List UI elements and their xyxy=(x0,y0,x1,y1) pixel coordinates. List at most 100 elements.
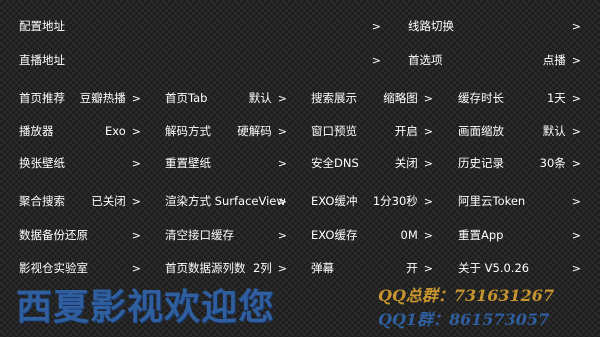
setting-config-address[interactable]: 配置地址 > xyxy=(0,9,400,43)
chevron-right-icon: > xyxy=(371,19,381,33)
chevron-right-icon: > xyxy=(277,194,287,208)
setting-value: 已关闭 xyxy=(91,194,126,208)
setting-label: 历史记录 xyxy=(458,156,504,170)
chevron-right-icon: > xyxy=(277,261,287,275)
setting-reset-wallpaper[interactable]: 重置壁纸 > xyxy=(146,146,306,180)
setting-label: 搜索展示 xyxy=(311,91,357,105)
chevron-right-icon: > xyxy=(571,228,581,242)
setting-value: 缩略图 xyxy=(383,91,418,105)
setting-player[interactable]: 播放器 Exo > xyxy=(0,114,160,148)
setting-search-display[interactable]: 搜索展示 缩略图 > xyxy=(292,81,452,115)
setting-value: 2列 xyxy=(252,261,272,275)
chevron-right-icon: > xyxy=(423,91,433,105)
chevron-right-icon: > xyxy=(131,91,141,105)
setting-danmaku[interactable]: 弹幕 开 > xyxy=(292,251,452,285)
setting-label: 弹幕 xyxy=(311,261,334,275)
chevron-right-icon: > xyxy=(131,124,141,138)
welcome-watermark: 西夏影视欢迎您 xyxy=(16,286,276,328)
setting-label: 重置壁纸 xyxy=(165,156,211,170)
settings-row-6: 聚合搜索 已关闭 > 渲染方式 SurfaceView > EXO缓冲 1分30秒… xyxy=(0,184,600,218)
chevron-right-icon: > xyxy=(571,19,581,33)
setting-secure-dns[interactable]: 安全DNS 关闭 > xyxy=(292,146,452,180)
setting-home-tab[interactable]: 首页Tab 默认 > xyxy=(146,81,306,115)
setting-label: 首页推荐 xyxy=(19,91,65,105)
setting-value: 点播 xyxy=(542,53,566,67)
setting-label: 首页数据源列数 xyxy=(165,261,246,275)
setting-label: 首选项 xyxy=(408,53,443,67)
settings-row-4: 播放器 Exo > 解码方式 硬解码 > 窗口预览 开启 > 画面缩放 默认 > xyxy=(0,114,600,148)
setting-label: 重置App xyxy=(458,228,504,242)
setting-about[interactable]: 关于 V5.0.26 > xyxy=(439,251,600,285)
setting-label: 数据备份还原 xyxy=(19,228,88,242)
setting-clear-api-cache[interactable]: 清空接口缓存 > xyxy=(146,218,306,252)
qq-group-watermark: QQ总群：731631267 xyxy=(378,286,555,305)
setting-label: 配置地址 xyxy=(19,19,65,33)
setting-exo-buffer[interactable]: EXO缓冲 1分30秒 > xyxy=(292,184,452,218)
setting-label: 播放器 xyxy=(19,124,54,138)
setting-aliyun-token[interactable]: 阿里云Token > xyxy=(439,184,600,218)
setting-value: 开启 xyxy=(394,124,418,138)
settings-row-3: 首页推荐 豆瓣热播 > 首页Tab 默认 > 搜索展示 缩略图 > 缓存时长 1天 > xyxy=(0,81,600,115)
setting-label: 画面缩放 xyxy=(458,124,504,138)
setting-label: 窗口预览 xyxy=(311,124,357,138)
chevron-right-icon: > xyxy=(277,91,287,105)
setting-label: 首页Tab xyxy=(165,91,208,105)
chevron-right-icon: > xyxy=(571,156,581,170)
chevron-right-icon: > xyxy=(131,156,141,170)
settings-row-7: 数据备份还原 > 清空接口缓存 > EXO缓存 0M > 重置App > xyxy=(0,218,600,252)
setting-change-wallpaper[interactable]: 换张壁纸 > xyxy=(0,146,160,180)
setting-decode-mode[interactable]: 解码方式 硬解码 > xyxy=(146,114,306,148)
setting-label: 安全DNS xyxy=(311,156,359,170)
chevron-right-icon: > xyxy=(571,261,581,275)
setting-cache-duration[interactable]: 缓存时长 1天 > xyxy=(439,81,600,115)
chevron-right-icon: > xyxy=(571,194,581,208)
setting-label: 影视仓实验室 xyxy=(19,261,88,275)
setting-exo-cache[interactable]: EXO缓存 0M > xyxy=(292,218,452,252)
setting-label: 线路切换 xyxy=(408,19,454,33)
setting-line-switch[interactable]: 线路切换 > xyxy=(389,9,600,43)
chevron-right-icon: > xyxy=(371,53,381,67)
setting-history[interactable]: 历史记录 30条 > xyxy=(439,146,600,180)
setting-value: 硬解码 xyxy=(237,124,272,138)
chevron-right-icon: > xyxy=(571,53,581,67)
settings-row-1: 配置地址 > 线路切换 > xyxy=(0,9,600,43)
chevron-right-icon: > xyxy=(277,156,287,170)
chevron-right-icon: > xyxy=(277,124,287,138)
chevron-right-icon: > xyxy=(423,261,433,275)
setting-reset-app[interactable]: 重置App > xyxy=(439,218,600,252)
setting-value: 1天 xyxy=(546,91,566,105)
setting-window-preview[interactable]: 窗口预览 开启 > xyxy=(292,114,452,148)
setting-label: 直播地址 xyxy=(19,53,65,67)
setting-value: 1分30秒 xyxy=(372,194,418,208)
setting-preference[interactable]: 首选项 点播 > xyxy=(389,43,600,77)
setting-picture-scale[interactable]: 画面缩放 默认 > xyxy=(439,114,600,148)
setting-data-backup[interactable]: 数据备份还原 > xyxy=(0,218,160,252)
setting-value: Exo xyxy=(105,124,126,138)
chevron-right-icon: > xyxy=(131,261,141,275)
setting-live-address[interactable]: 直播地址 > xyxy=(0,43,400,77)
chevron-right-icon: > xyxy=(423,228,433,242)
chevron-right-icon: > xyxy=(423,194,433,208)
setting-label: 渲染方式 SurfaceView xyxy=(165,194,286,208)
setting-label: EXO缓存 xyxy=(311,228,358,242)
setting-label: 阿里云Token xyxy=(458,194,526,208)
setting-value: 30条 xyxy=(539,156,566,170)
chevron-right-icon: > xyxy=(277,228,287,242)
setting-aggregate-search[interactable]: 聚合搜索 已关闭 > xyxy=(0,184,160,218)
chevron-right-icon: > xyxy=(131,194,141,208)
setting-label: 解码方式 xyxy=(165,124,211,138)
setting-label: 关于 V5.0.26 xyxy=(458,261,530,275)
setting-value: 开 xyxy=(406,261,418,275)
setting-value: 默认 xyxy=(248,91,272,105)
setting-render-mode[interactable]: 渲染方式 SurfaceView > xyxy=(146,184,306,218)
chevron-right-icon: > xyxy=(571,91,581,105)
qq-group1-watermark: QQ1群：861573057 xyxy=(378,310,550,329)
setting-home-recommend[interactable]: 首页推荐 豆瓣热播 > xyxy=(0,81,160,115)
setting-value: 默认 xyxy=(542,124,566,138)
setting-value: 豆瓣热播 xyxy=(79,91,126,105)
setting-value: 0M xyxy=(400,228,418,242)
setting-value: 关闭 xyxy=(394,156,418,170)
settings-row-5: 换张壁纸 > 重置壁纸 > 安全DNS 关闭 > 历史记录 30条 > xyxy=(0,146,600,180)
chevron-right-icon: > xyxy=(423,156,433,170)
setting-label: 缓存时长 xyxy=(458,91,504,105)
